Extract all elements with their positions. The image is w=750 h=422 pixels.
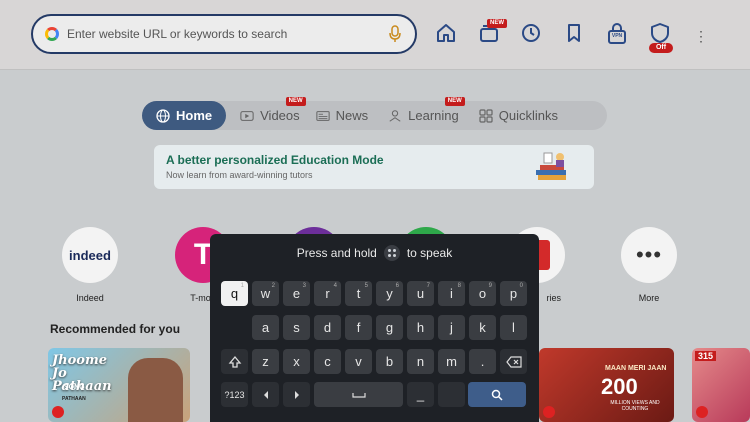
indeed-logo-text: indeed <box>69 247 111 263</box>
video-thumbnail[interactable]: Jhoome Jo Pathaan SONG PATHAAN <box>48 348 190 422</box>
key-c[interactable]: c <box>314 349 341 374</box>
voice-prompt-before: Press and hold <box>296 246 377 260</box>
key-n[interactable]: n <box>407 349 434 374</box>
thumbnail-tag: PATHAAN <box>62 396 86 402</box>
recommended-title: Recommended for you <box>50 322 181 336</box>
key-l[interactable]: l <box>500 315 527 340</box>
shield-off-badge: Off <box>649 43 673 53</box>
key-g[interactable]: g <box>376 315 403 340</box>
key-h[interactable]: h <box>407 315 434 340</box>
key-u[interactable]: u7 <box>407 281 434 306</box>
tab-quicklinks[interactable]: Quicklinks <box>471 101 566 130</box>
thumbnail-title: Jhoome Jo Pathaan <box>52 353 112 394</box>
key-s[interactable]: s <box>283 315 310 340</box>
tab-label: Videos <box>260 108 300 123</box>
key-t[interactable]: t5 <box>345 281 372 306</box>
video-thumbnail[interactable]: 315 <box>692 348 750 422</box>
key-a[interactable]: a <box>252 315 279 340</box>
key-m[interactable]: m <box>438 349 465 374</box>
tab-label: Home <box>176 108 213 123</box>
news-icon <box>315 109 330 123</box>
key-q[interactable]: q1 <box>221 281 248 306</box>
bookmark-icon[interactable] <box>561 20 587 46</box>
key-r[interactable]: r4 <box>314 281 341 306</box>
more-menu-icon[interactable]: ⋮ <box>694 28 708 45</box>
video-icon <box>240 109 254 123</box>
search-bar[interactable]: Enter website URL or keywords to search <box>31 14 417 54</box>
backspace-key[interactable] <box>500 349 527 374</box>
learning-icon <box>388 109 402 123</box>
tab-label: News <box>335 108 369 123</box>
vpn-icon[interactable]: VPN <box>604 20 630 46</box>
tab-label: Learning <box>408 108 459 123</box>
quicklink-label: More <box>638 293 660 303</box>
key-k[interactable]: k <box>469 315 496 340</box>
voice-prompt: Press and hold to speak <box>210 234 539 272</box>
underscore-key[interactable]: _ <box>407 382 434 407</box>
banner-subtitle: Now learn from award-winning tutors <box>166 170 313 180</box>
play-icon <box>696 406 708 418</box>
thumbnail-subtitle: SONG <box>64 384 85 391</box>
new-badge: NEW <box>285 97 306 106</box>
key-z[interactable]: z <box>252 349 279 374</box>
more-dots-icon: ••• <box>621 227 677 283</box>
key-b[interactable]: b <box>376 349 403 374</box>
key-v[interactable]: v <box>345 349 372 374</box>
grid-icon <box>479 108 493 123</box>
key-blank[interactable] <box>438 382 465 407</box>
books-illustration-icon <box>536 152 566 180</box>
key-period[interactable]: . <box>469 349 496 374</box>
symbols-key[interactable]: ?123 <box>221 382 248 407</box>
key-o[interactable]: o9 <box>469 281 496 306</box>
play-icon <box>543 406 555 418</box>
google-icon <box>45 27 59 41</box>
assistant-icon[interactable] <box>383 245 400 261</box>
banner-title: A better personalized Education Mode <box>166 153 384 167</box>
key-p[interactable]: p0 <box>500 281 527 306</box>
key-i[interactable]: i8 <box>438 281 465 306</box>
education-mode-banner[interactable]: A better personalized Education Mode Now… <box>154 145 594 189</box>
shift-key[interactable] <box>221 349 248 374</box>
voice-prompt-after: to speak <box>406 246 453 260</box>
play-icon <box>52 406 64 418</box>
globe-icon <box>156 108 170 123</box>
key-d[interactable]: d <box>314 315 341 340</box>
arrow-left-key[interactable] <box>252 382 279 407</box>
key-y[interactable]: y6 <box>376 281 403 306</box>
quicklink-label: Indeed <box>76 293 104 303</box>
search-input[interactable]: Enter website URL or keywords to search <box>67 27 387 41</box>
mic-icon[interactable] <box>387 24 403 44</box>
key-e[interactable]: e3 <box>283 281 310 306</box>
category-tabs: Home Videos NEW News Learning NEW Quickl… <box>142 97 607 130</box>
tabs-new-badge: NEW <box>487 19 507 28</box>
thumbnail-stat: 200 <box>601 374 638 399</box>
key-w[interactable]: w2 <box>252 281 279 306</box>
indeed-logo: indeed <box>62 227 118 283</box>
thumbnail-caption: MILLION VIEWS AND COUNTING <box>610 400 660 412</box>
tab-learning[interactable]: Learning NEW <box>380 97 467 130</box>
video-thumbnail[interactable]: MAAN MERI JAAN 200 MILLION VIEWS AND COU… <box>539 348 674 422</box>
history-icon[interactable] <box>518 20 544 46</box>
home-icon[interactable] <box>433 20 459 46</box>
key-x[interactable]: x <box>283 349 310 374</box>
arrow-right-key[interactable] <box>283 382 310 407</box>
key-f[interactable]: f <box>345 315 372 340</box>
thumbnail-tag: 315 <box>695 351 717 361</box>
thumbnail-title: MAAN MERI JAAN <box>605 365 667 372</box>
tab-home[interactable]: Home <box>142 101 227 130</box>
tab-videos[interactable]: Videos NEW <box>232 97 308 130</box>
space-key[interactable] <box>314 382 403 407</box>
search-key[interactable] <box>468 382 526 407</box>
tab-label: Quicklinks <box>498 108 559 123</box>
vpn-label: VPN <box>611 33 623 39</box>
top-bar: Enter website URL or keywords to search … <box>0 0 750 70</box>
key-j[interactable]: j <box>438 315 465 340</box>
on-screen-keyboard: Press and hold to speak q1w2e3r4t5y6u7i8… <box>210 234 539 422</box>
tab-news[interactable]: News <box>308 101 377 130</box>
new-badge: NEW <box>444 97 465 106</box>
quicklink-indeed[interactable]: indeed Indeed <box>62 227 118 303</box>
quicklink-more[interactable]: ••• More <box>621 227 677 303</box>
